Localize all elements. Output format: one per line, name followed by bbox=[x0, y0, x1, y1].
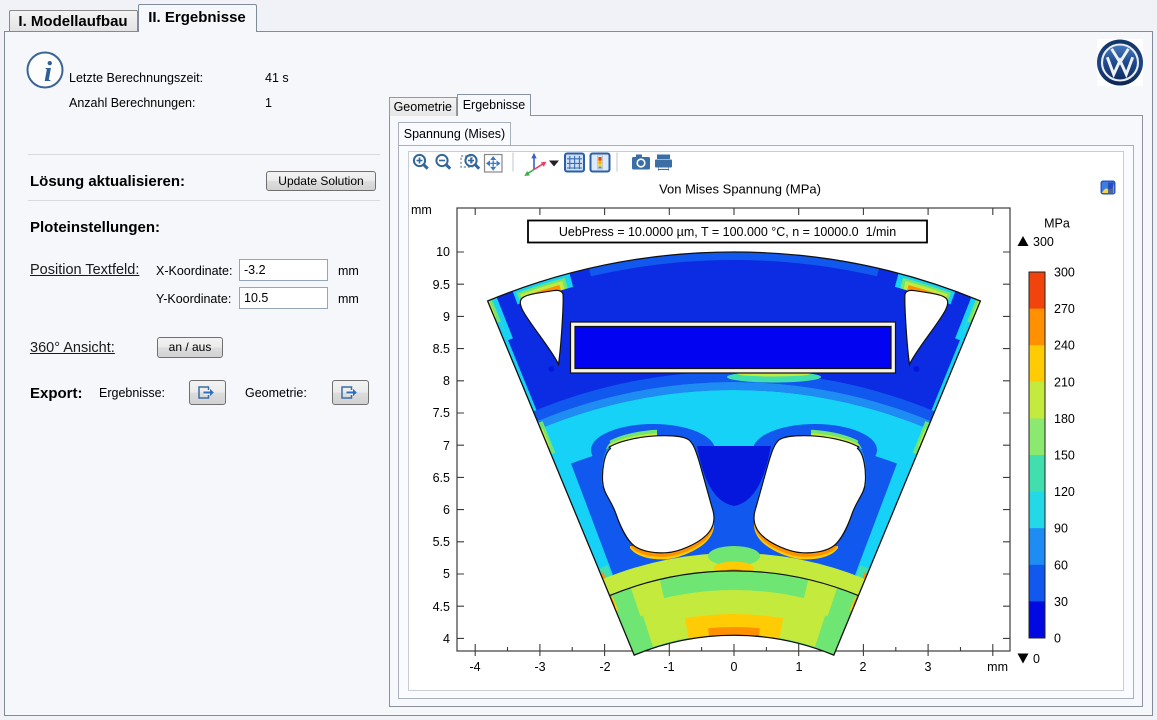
svg-text:180: 180 bbox=[1054, 412, 1075, 426]
svg-text:mm: mm bbox=[411, 203, 432, 217]
svg-text:MPa: MPa bbox=[1044, 217, 1070, 231]
svg-text:8: 8 bbox=[443, 374, 450, 388]
svg-text:3: 3 bbox=[925, 660, 932, 674]
svg-text:240: 240 bbox=[1054, 339, 1075, 353]
svg-text:0: 0 bbox=[731, 660, 738, 674]
svg-text:5: 5 bbox=[443, 567, 450, 581]
svg-text:30: 30 bbox=[1054, 595, 1068, 609]
svg-text:6: 6 bbox=[443, 503, 450, 517]
svg-text:0: 0 bbox=[1054, 632, 1061, 646]
svg-text:6.5: 6.5 bbox=[433, 471, 450, 485]
svg-text:7: 7 bbox=[443, 439, 450, 453]
svg-text:300: 300 bbox=[1033, 235, 1054, 249]
svg-text:1: 1 bbox=[796, 660, 803, 674]
svg-text:-1: -1 bbox=[663, 660, 674, 674]
svg-text:Von Mises Spannung (MPa): Von Mises Spannung (MPa) bbox=[659, 182, 821, 197]
svg-text:9.5: 9.5 bbox=[433, 278, 450, 292]
svg-text:150: 150 bbox=[1054, 449, 1075, 463]
svg-text:7.5: 7.5 bbox=[433, 406, 450, 420]
svg-text:120: 120 bbox=[1054, 485, 1075, 499]
svg-text:0: 0 bbox=[1033, 652, 1040, 666]
svg-text:-4: -4 bbox=[469, 660, 480, 674]
svg-text:8.5: 8.5 bbox=[433, 342, 450, 356]
svg-text:i: i bbox=[44, 56, 52, 88]
svg-text:2: 2 bbox=[860, 660, 867, 674]
svg-text:-2: -2 bbox=[599, 660, 610, 674]
svg-text:mm: mm bbox=[987, 660, 1008, 674]
svg-text:60: 60 bbox=[1054, 558, 1068, 572]
svg-text:4.5: 4.5 bbox=[433, 600, 450, 614]
svg-text:9: 9 bbox=[443, 310, 450, 324]
svg-text:270: 270 bbox=[1054, 302, 1075, 316]
svg-text:4: 4 bbox=[443, 632, 450, 646]
svg-text:10: 10 bbox=[436, 245, 450, 259]
svg-text:210: 210 bbox=[1054, 375, 1075, 389]
svg-text:5.5: 5.5 bbox=[433, 535, 450, 549]
svg-text:UebPress = 10.0000 µm, T = 100: UebPress = 10.0000 µm, T = 100.000 °C, n… bbox=[559, 225, 896, 239]
svg-text:90: 90 bbox=[1054, 522, 1068, 536]
svg-text:-3: -3 bbox=[534, 660, 545, 674]
svg-text:300: 300 bbox=[1054, 266, 1075, 280]
